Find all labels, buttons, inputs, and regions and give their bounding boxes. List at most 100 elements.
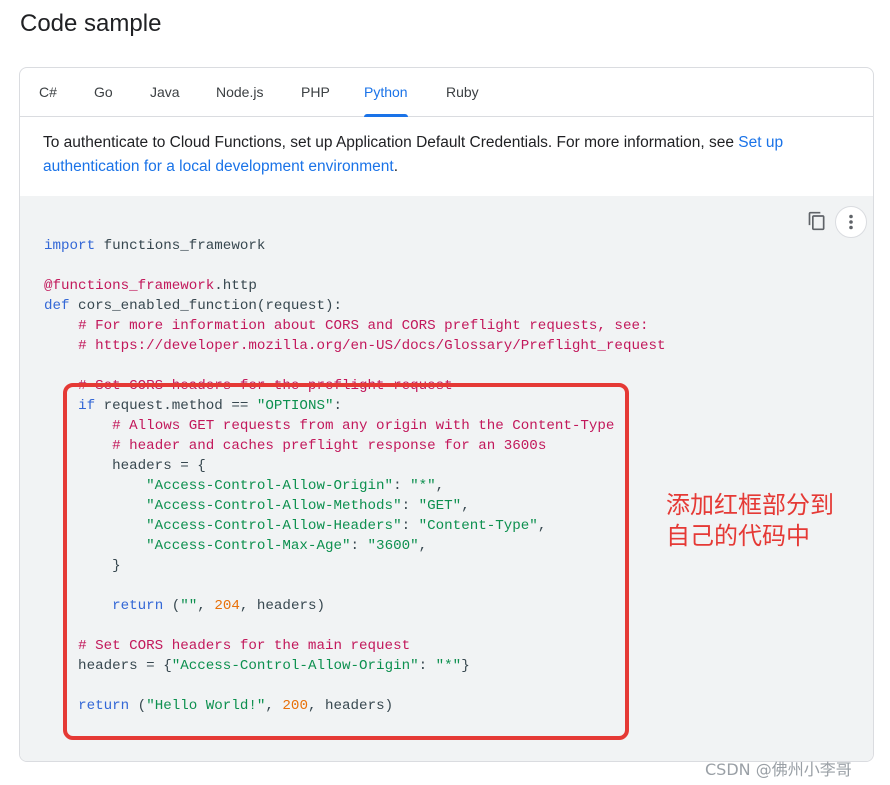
code-sample-card: C# Go Java Node.js PHP Python Ruby To au… bbox=[19, 67, 874, 762]
code-token: headers = { bbox=[44, 458, 206, 474]
code-token: , headers) bbox=[239, 598, 325, 614]
code-line: # Set CORS headers for the main request bbox=[44, 638, 410, 654]
code-token: return bbox=[78, 698, 130, 714]
code-token: "Hello World!" bbox=[146, 698, 266, 714]
code-token: # Set CORS headers for the preflight req… bbox=[78, 378, 453, 394]
page-title: Code sample bbox=[20, 10, 162, 37]
code-token: "Access-Control-Allow-Methods" bbox=[146, 498, 402, 514]
code-token: "Access-Control-Allow-Origin" bbox=[171, 658, 419, 674]
annotation-line-2: 自己的代码中 bbox=[666, 522, 810, 550]
code-token: 204 bbox=[214, 598, 240, 614]
tab-ruby[interactable]: Ruby bbox=[446, 68, 479, 116]
code-token: @functions_framework bbox=[44, 278, 215, 294]
code-line: import functions_framework bbox=[44, 238, 265, 254]
code-token: , bbox=[537, 518, 547, 534]
code-token: , bbox=[435, 478, 445, 494]
code-line: @functions_framework.http bbox=[44, 278, 257, 294]
intro-sentence: To authenticate to Cloud Functions, set … bbox=[43, 134, 739, 151]
code-token: : bbox=[350, 538, 368, 554]
annotation-note: 添加红框部分到 自己的代码中 bbox=[666, 490, 866, 552]
code-line: # For more information about CORS and CO… bbox=[44, 318, 649, 334]
code-token: # header and caches preflight response f… bbox=[112, 438, 547, 454]
code-token: 200 bbox=[282, 698, 308, 714]
code-token: } bbox=[461, 658, 470, 674]
code-line: headers = {"Access-Control-Allow-Origin"… bbox=[44, 658, 470, 674]
code-token: headers = { bbox=[44, 658, 172, 674]
code-token: return bbox=[112, 598, 164, 614]
code-token: : bbox=[401, 518, 419, 534]
code-token: , bbox=[197, 598, 215, 614]
code-token: "*" bbox=[435, 658, 462, 674]
code-token: "GET" bbox=[418, 498, 462, 514]
code-token: import bbox=[44, 238, 96, 254]
code-line: return ("", 204, headers) bbox=[44, 598, 325, 614]
code-token: } bbox=[44, 558, 121, 574]
code-token: "3600" bbox=[367, 538, 419, 554]
code-token: , headers) bbox=[307, 698, 394, 714]
code-token: , bbox=[418, 538, 428, 554]
watermark: CSDN @佛州小李哥 bbox=[705, 760, 852, 779]
code-token: cors_enabled_function(request): bbox=[69, 298, 342, 314]
code-token: # Allows GET requests from any origin wi… bbox=[112, 418, 615, 434]
code-token: if bbox=[78, 398, 96, 414]
more-vert-icon[interactable] bbox=[835, 206, 867, 238]
code-line: "Access-Control-Allow-Methods": "GET", bbox=[44, 498, 470, 514]
tab-go[interactable]: Go bbox=[94, 68, 113, 116]
code-listing: import functions_framework @functions_fr… bbox=[44, 236, 666, 716]
code-token: "Access-Control-Allow-Origin" bbox=[146, 478, 394, 494]
intro-end: . bbox=[393, 158, 398, 175]
code-token: "Content-Type" bbox=[418, 518, 538, 534]
code-line: # https://developer.mozilla.org/en-US/do… bbox=[44, 338, 666, 354]
tab-python[interactable]: Python bbox=[364, 68, 408, 117]
code-token: # For more information about CORS and CO… bbox=[78, 318, 649, 334]
code-token: : bbox=[393, 478, 411, 494]
code-line: return ("Hello World!", 200, headers) bbox=[44, 698, 393, 714]
code-line: "Access-Control-Max-Age": "3600", bbox=[44, 538, 427, 554]
tab-nodejs[interactable]: Node.js bbox=[216, 68, 263, 116]
code-token: "Access-Control-Allow-Headers" bbox=[146, 518, 402, 534]
code-token: "OPTIONS" bbox=[256, 398, 334, 414]
code-token: request.method == bbox=[95, 398, 257, 414]
tab-csharp[interactable]: C# bbox=[39, 68, 57, 116]
code-token: : bbox=[418, 658, 436, 674]
code-token: functions_framework bbox=[95, 238, 266, 254]
code-line: headers = { bbox=[44, 458, 206, 474]
tab-php[interactable]: PHP bbox=[301, 68, 330, 116]
code-line: } bbox=[44, 558, 121, 574]
code-token: "" bbox=[180, 598, 198, 614]
intro-text: To authenticate to Cloud Functions, set … bbox=[43, 131, 843, 179]
code-token: # https://developer.mozilla.org/en-US/do… bbox=[78, 338, 666, 354]
code-line: "Access-Control-Allow-Headers": "Content… bbox=[44, 518, 546, 534]
code-token: , bbox=[265, 698, 283, 714]
code-line: def cors_enabled_function(request): bbox=[44, 298, 342, 314]
tab-java[interactable]: Java bbox=[150, 68, 180, 116]
code-line: # header and caches preflight response f… bbox=[44, 438, 546, 454]
code-line: # Allows GET requests from any origin wi… bbox=[44, 418, 614, 434]
language-tabs: C# Go Java Node.js PHP Python Ruby bbox=[20, 68, 873, 117]
code-token: # Set CORS headers for the main request bbox=[78, 638, 411, 654]
code-token: ( bbox=[129, 698, 147, 714]
annotation-line-1: 添加红框部分到 bbox=[666, 491, 834, 519]
code-line: # Set CORS headers for the preflight req… bbox=[44, 378, 453, 394]
code-token: "*" bbox=[410, 478, 436, 494]
code-token: ( bbox=[163, 598, 181, 614]
code-token: : bbox=[333, 398, 342, 414]
code-line: if request.method == "OPTIONS": bbox=[44, 398, 342, 414]
code-token: .http bbox=[214, 278, 257, 294]
code-token: , bbox=[461, 498, 470, 514]
copy-icon[interactable] bbox=[807, 211, 827, 231]
code-token: def bbox=[44, 298, 70, 314]
